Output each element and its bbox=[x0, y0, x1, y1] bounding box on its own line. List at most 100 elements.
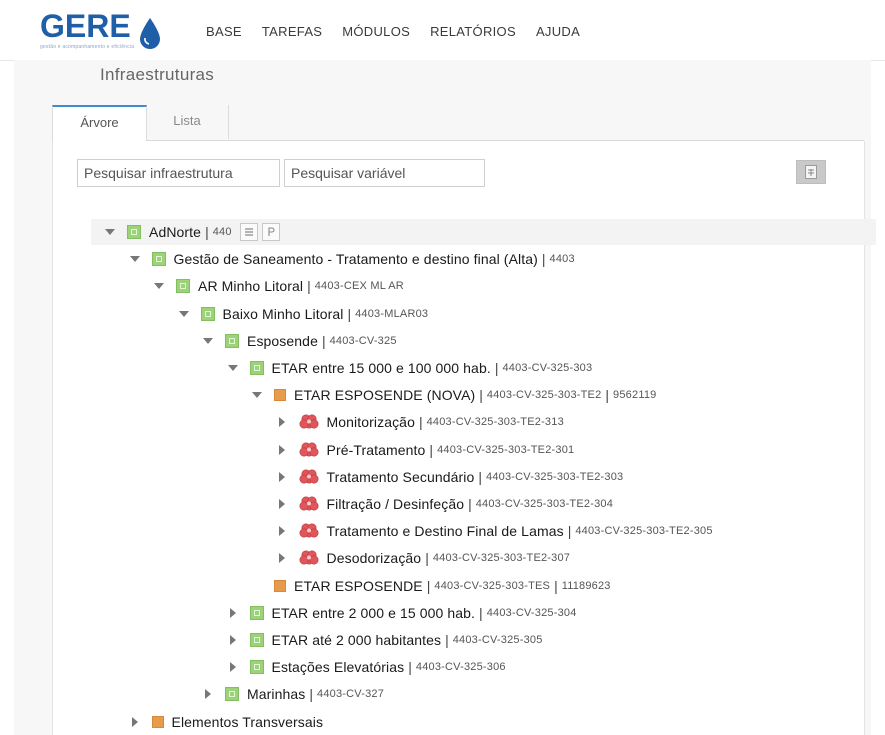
tree-node[interactable]: ETAR ESPOSENDE | 4403-CV-325-303-TES | 11189… bbox=[250, 573, 611, 599]
tree-node-label: Tratamento Secundário bbox=[326, 468, 475, 485]
green-square-icon bbox=[176, 279, 190, 294]
logo-text: GERE bbox=[40, 8, 131, 44]
parameter-icon[interactable] bbox=[261, 223, 280, 241]
caret-right-icon[interactable] bbox=[275, 470, 289, 484]
top-navigation-bar: GERE gestão e acompanhamento e eficiênci… bbox=[0, 0, 885, 61]
menu-item-base[interactable]: BASE bbox=[206, 24, 242, 39]
tree-node-code: 4403-CV-325-303-TE2-305 bbox=[575, 525, 713, 538]
caret-down-icon[interactable] bbox=[201, 334, 215, 348]
main-menu: BASE TAREFAS MÓDULOS RELATÓRIOS AJUDA bbox=[206, 24, 600, 39]
tree-node[interactable]: Estações Elevatórias | 4403-CV-325-306 bbox=[226, 654, 506, 680]
menu-item-tarefas[interactable]: TAREFAS bbox=[262, 24, 322, 39]
tree-node-code: 4403-CV-325-303-TE2-301 bbox=[437, 443, 575, 456]
export-icon bbox=[805, 165, 817, 179]
logo-subtitle: gestão e acompanhamento e eficiência bbox=[40, 44, 135, 50]
tree-node-code: 4403-CV-325-303-TE2-304 bbox=[475, 498, 614, 510]
tree-node-code: 4403-CV-325-304 bbox=[486, 606, 577, 619]
menu-item-modulos[interactable]: MÓDULOS bbox=[342, 24, 410, 39]
search-variable-input[interactable] bbox=[284, 159, 485, 187]
water-drop-icon bbox=[140, 18, 160, 49]
caret-right-icon[interactable] bbox=[226, 606, 240, 620]
separator: | bbox=[307, 278, 311, 295]
menu-item-relatorios[interactable]: RELATÓRIOS bbox=[430, 24, 516, 39]
tree-node[interactable]: Tratamento e Destino Final de Lamas | 4403… bbox=[275, 518, 713, 544]
menu-item-ajuda[interactable]: AJUDA bbox=[536, 24, 580, 39]
process-flower-icon bbox=[299, 469, 318, 484]
caret-right-icon[interactable] bbox=[226, 633, 240, 647]
process-flower-icon bbox=[299, 523, 318, 538]
tree-node[interactable]: Esposende | 4403-CV-325 bbox=[201, 328, 397, 354]
tree-node-code: 4403-CV-325-303-TE2-303 bbox=[486, 470, 624, 483]
list-view-icon[interactable] bbox=[239, 223, 258, 241]
separator: | bbox=[479, 604, 483, 621]
green-square-icon bbox=[249, 633, 264, 647]
tree-node-code: 4403-CV-325-303-TE2-313 bbox=[426, 416, 564, 429]
export-button[interactable] bbox=[796, 160, 826, 184]
tree-node-id: 9562119 bbox=[613, 389, 657, 402]
tree-node-code: 440 bbox=[212, 226, 232, 238]
tree-node-code: 4403-CV-325-305 bbox=[452, 634, 543, 646]
tree-node-label: Estações Elevatórias bbox=[271, 659, 405, 676]
tree-node[interactable]: Filtração / Desinfeção | 4403-CV-325-303-T… bbox=[275, 491, 614, 517]
tree-node[interactable]: AR Minho Litoral | 4403-CEX ML AR bbox=[152, 273, 404, 299]
tree-node[interactable]: Marinhas | 4403-CV-327 bbox=[201, 681, 384, 707]
tree-node-code: 4403-MLAR03 bbox=[355, 307, 429, 320]
tree-node[interactable]: Pré-Tratamento | 4403-CV-325-303-TE2-301 bbox=[275, 437, 575, 463]
tree-node-code: 4403-CV-325 bbox=[329, 334, 397, 347]
separator: | bbox=[567, 523, 572, 540]
tree-node[interactable]: Tratamento Secundário | 4403-CV-325-303-TE… bbox=[275, 464, 624, 490]
tree-node[interactable]: ETAR entre 15 000 e 100 000 hab. | 4403-CV… bbox=[226, 355, 593, 381]
tree-node[interactable]: ETAR até 2 000 habitantes | 4403-CV-325-30… bbox=[226, 627, 543, 653]
separator: | bbox=[425, 550, 429, 567]
caret-right-icon[interactable] bbox=[275, 497, 289, 511]
caret-down-icon[interactable] bbox=[103, 225, 117, 239]
caret-right-icon[interactable] bbox=[275, 415, 289, 429]
tree-node-label: Filtração / Desinfeção bbox=[326, 496, 465, 512]
tree-node[interactable]: Elementos Transversais bbox=[128, 709, 324, 735]
tree-node-id: 11189623 bbox=[561, 579, 611, 592]
separator: | bbox=[408, 659, 412, 676]
tree-node-label: Baixo Minho Litoral bbox=[222, 305, 344, 322]
tree-node[interactable]: Desodorização | 4403-CV-325-303-TE2-307 bbox=[275, 545, 571, 571]
tree-node-label: Monitorização bbox=[326, 414, 415, 431]
tree-node[interactable]: Baixo Minho Litoral | 4403-MLAR03 bbox=[177, 301, 429, 327]
tree-node-label: Tratamento e Destino Final de Lamas bbox=[326, 523, 564, 540]
tree-node[interactable]: AdNorte | 440 bbox=[91, 219, 876, 245]
caret-right-icon[interactable] bbox=[275, 443, 289, 457]
tree-node-label: Desodorização bbox=[326, 550, 422, 567]
tree-node-code: 4403-CV-325-306 bbox=[415, 661, 506, 674]
caret-right-icon[interactable] bbox=[275, 524, 289, 538]
tree-node-code: 4403 bbox=[549, 253, 575, 266]
tab-lista[interactable]: Lista bbox=[146, 105, 229, 139]
separator: | bbox=[205, 224, 209, 240]
page-content: Infraestruturas Árvore Lista AdNorte|440… bbox=[14, 60, 876, 735]
caret-down-icon[interactable] bbox=[152, 279, 166, 293]
separator: | bbox=[429, 441, 434, 458]
orange-square-icon bbox=[274, 389, 286, 402]
caret-right-icon[interactable] bbox=[226, 660, 240, 674]
tree-node-label: Elementos Transversais bbox=[171, 713, 324, 730]
caret-down-icon[interactable] bbox=[226, 361, 240, 375]
tree-node-label: AR Minho Litoral bbox=[198, 278, 304, 295]
tree-node-code: 4403-CV-325-303 bbox=[502, 362, 593, 374]
search-infrastructure-input[interactable] bbox=[77, 159, 280, 187]
tree-node-label: ETAR ESPOSENDE (NOVA) bbox=[294, 387, 476, 404]
caret-right-icon[interactable] bbox=[275, 551, 289, 565]
separator: | bbox=[309, 686, 314, 703]
tab-arvore[interactable]: Árvore bbox=[52, 105, 147, 141]
caret-right-icon[interactable] bbox=[128, 715, 142, 729]
tree-node-code: 4403-CV-327 bbox=[317, 688, 385, 701]
app-logo[interactable]: GERE gestão e acompanhamento e eficiênci… bbox=[40, 8, 170, 54]
caret-down-icon[interactable] bbox=[250, 388, 264, 402]
tree-node[interactable]: ETAR ESPOSENDE (NOVA) | 4403-CV-325-303-TE… bbox=[250, 382, 656, 408]
caret-down-icon[interactable] bbox=[128, 252, 142, 266]
tree-node[interactable]: Gestão de Saneamento - Tratamento e dest… bbox=[128, 246, 575, 272]
tree-node[interactable]: ETAR entre 2 000 e 15 000 hab. | 4403-CV-3… bbox=[226, 600, 577, 626]
caret-down-icon[interactable] bbox=[177, 307, 191, 321]
tree-node-code: 4403-CEX ML AR bbox=[314, 280, 404, 293]
separator: | bbox=[445, 632, 449, 648]
caret-right-icon[interactable] bbox=[201, 687, 215, 701]
tree-node-label: ETAR entre 15 000 e 100 000 hab. bbox=[271, 360, 491, 376]
tree-node[interactable]: Monitorização | 4403-CV-325-303-TE2-313 bbox=[275, 409, 564, 435]
tree-node-label: Gestão de Saneamento - Tratamento e dest… bbox=[173, 251, 538, 268]
